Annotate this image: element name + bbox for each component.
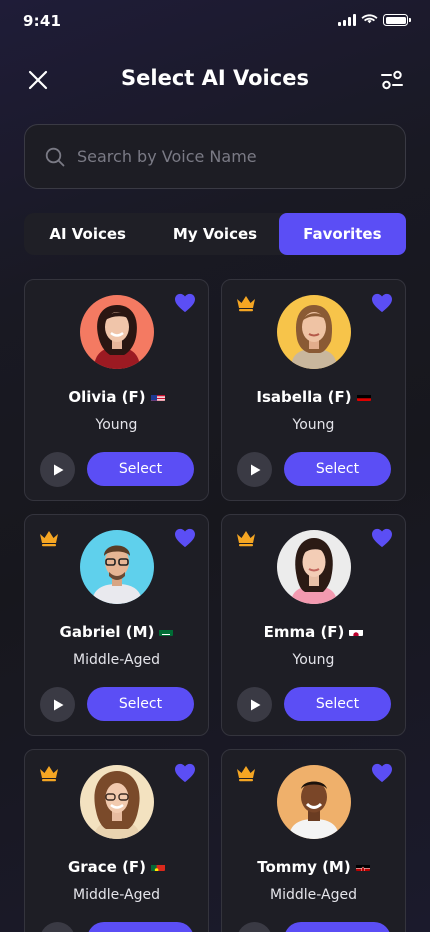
crown-icon — [40, 766, 58, 782]
voice-age: Young — [95, 417, 138, 433]
crown-icon — [237, 531, 255, 547]
avatar — [277, 295, 351, 369]
select-button[interactable]: Select — [87, 687, 194, 721]
voice-age: Young — [292, 417, 335, 433]
favorite-heart-icon[interactable] — [174, 763, 196, 783]
wifi-icon — [361, 14, 378, 24]
favorite-heart-icon[interactable] — [174, 293, 196, 313]
voice-card: Gabriel (M) Middle-Aged Select — [24, 514, 209, 736]
status-bar: 9:41 — [0, 0, 430, 44]
select-button[interactable]: Select — [284, 687, 391, 721]
play-icon — [53, 464, 63, 475]
voice-name-label: Emma (F) — [263, 623, 345, 641]
avatar — [80, 295, 154, 369]
page-title: Select AI Voices — [121, 66, 309, 90]
voice-name-label: Tommy (M) — [257, 858, 351, 876]
select-button[interactable]: Select — [284, 922, 391, 932]
signal-icon — [338, 14, 356, 26]
header: Select AI Voices — [0, 56, 430, 104]
voice-age: Young — [292, 652, 335, 668]
voice-name-label: Grace (F) — [67, 858, 147, 876]
tab-my-voices[interactable]: My Voices — [151, 213, 278, 255]
select-button[interactable]: Select — [284, 452, 391, 486]
crown-icon — [237, 766, 255, 782]
ke-flag-icon — [355, 861, 370, 871]
filter-button[interactable] — [376, 64, 408, 96]
voice-name: Grace (F) — [25, 858, 208, 876]
play-button[interactable] — [237, 687, 272, 722]
voice-name: Olivia (F) — [25, 388, 208, 406]
tab-favorites[interactable]: Favorites — [278, 213, 406, 255]
jp-flag-icon — [349, 626, 364, 636]
avatar — [80, 765, 154, 839]
select-button[interactable]: Select — [87, 452, 194, 486]
favorite-heart-icon[interactable] — [371, 293, 393, 313]
avatar — [277, 530, 351, 604]
tab-ai-voices[interactable]: AI Voices — [24, 213, 151, 255]
voice-name: Isabella (F) — [222, 388, 405, 406]
us-flag-icon — [150, 391, 165, 401]
favorite-heart-icon[interactable] — [371, 763, 393, 783]
voice-age: Middle-Aged — [73, 887, 160, 903]
play-button[interactable] — [237, 452, 272, 487]
voice-name: Tommy (M) — [222, 858, 405, 876]
search-box — [24, 124, 406, 189]
voice-name: Gabriel (M) — [25, 623, 208, 641]
voice-grid: Olivia (F) Young Select Isabella (F) You… — [24, 279, 406, 932]
play-button[interactable] — [237, 922, 272, 932]
crown-icon — [40, 531, 58, 547]
voice-name: Emma (F) — [222, 623, 405, 641]
play-icon — [53, 699, 63, 710]
play-button[interactable] — [40, 922, 75, 932]
voice-name-label: Isabella (F) — [256, 388, 352, 406]
avatar — [80, 530, 154, 604]
voice-name-label: Gabriel (M) — [59, 623, 155, 641]
de-flag-icon — [356, 391, 371, 401]
search-input[interactable] — [77, 147, 357, 166]
voice-card: Grace (F) Middle-Aged Select — [24, 749, 209, 932]
status-icons — [338, 14, 411, 26]
voice-card: Isabella (F) Young Select — [221, 279, 406, 501]
voice-tabs: AI Voices My Voices Favorites — [24, 213, 406, 255]
voice-card: Tommy (M) Middle-Aged Select — [221, 749, 406, 932]
play-icon — [250, 699, 260, 710]
filter-icon — [381, 70, 403, 90]
select-button[interactable]: Select — [87, 922, 194, 932]
avatar — [277, 765, 351, 839]
favorite-heart-icon[interactable] — [371, 528, 393, 548]
voice-card: Olivia (F) Young Select — [24, 279, 209, 501]
favorite-heart-icon[interactable] — [174, 528, 196, 548]
voice-age: Middle-Aged — [270, 887, 357, 903]
play-button[interactable] — [40, 687, 75, 722]
search-icon — [45, 147, 65, 166]
voice-name-label: Olivia (F) — [68, 388, 146, 406]
play-button[interactable] — [40, 452, 75, 487]
battery-icon — [383, 14, 411, 26]
status-time: 9:41 — [23, 12, 62, 30]
play-icon — [250, 464, 260, 475]
crown-icon — [237, 296, 255, 312]
sa-flag-icon — [159, 626, 174, 636]
pt-flag-icon — [151, 861, 166, 871]
voice-age: Middle-Aged — [73, 652, 160, 668]
voice-card: Emma (F) Young Select — [221, 514, 406, 736]
